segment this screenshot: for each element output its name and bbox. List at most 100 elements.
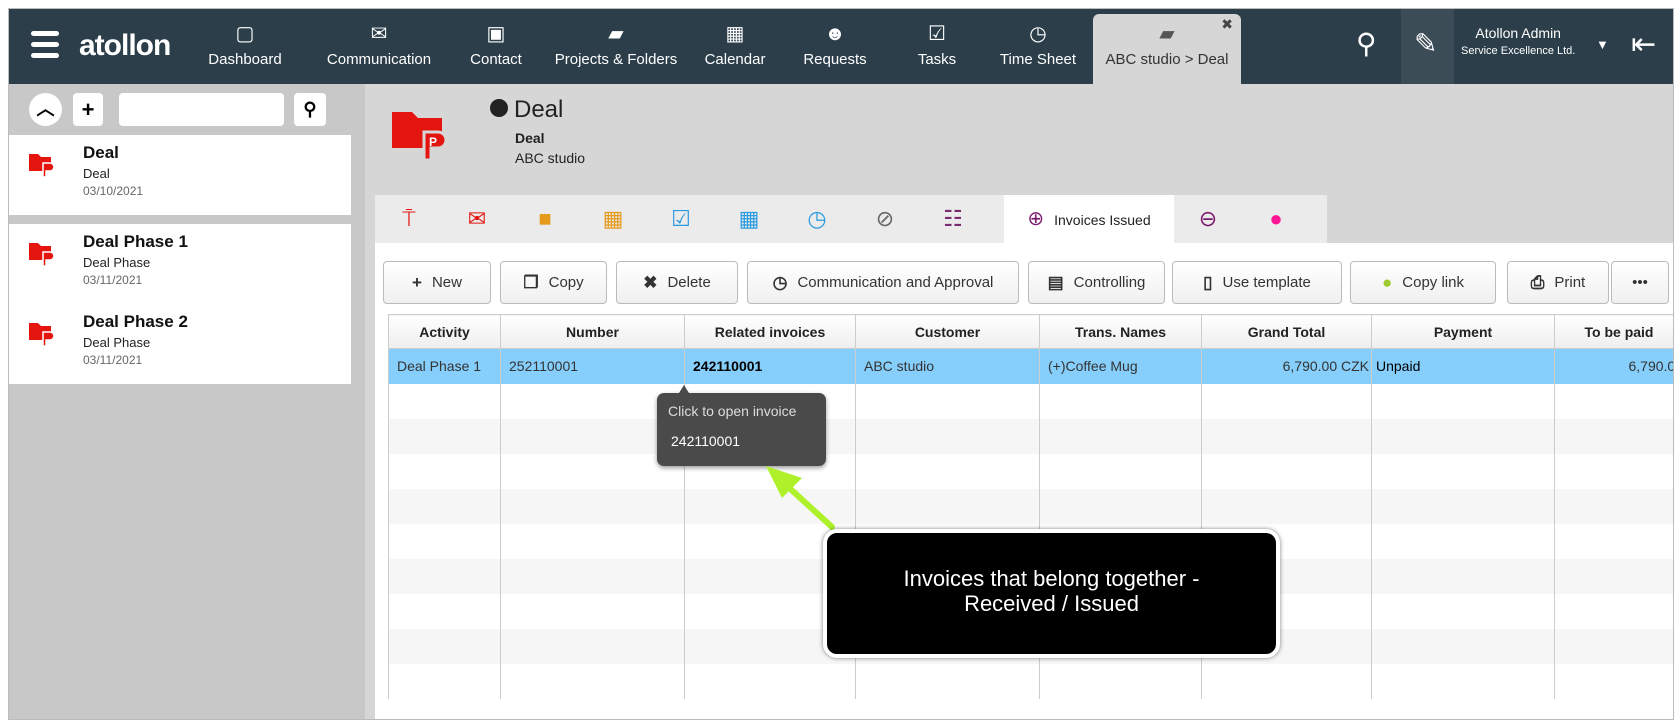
- list-item[interactable]: Deal Phase 1 Deal Phase 03/11/2021: [9, 224, 351, 304]
- column-header[interactable]: Grand Total: [1201, 314, 1372, 349]
- copy-button[interactable]: ❐ Copy: [500, 261, 607, 304]
- tab-communication[interactable]: ✉: [443, 195, 511, 243]
- tab-calendar[interactable]: ▦: [715, 195, 783, 243]
- logout-icon[interactable]: ⇤: [1631, 27, 1656, 62]
- annotation-callout: Invoices that belong together - Received…: [823, 529, 1280, 658]
- table-row: [388, 418, 1673, 454]
- item-title: Deal Phase 1: [83, 232, 188, 251]
- nav-projects[interactable]: ▰ Projects & Folders: [555, 9, 678, 84]
- column-header[interactable]: Related invoices: [684, 314, 856, 349]
- more-button[interactable]: •••: [1611, 261, 1669, 304]
- list-item[interactable]: Deal Deal 03/10/2021: [9, 135, 351, 215]
- page-title[interactable]: Deal: [490, 96, 563, 124]
- record-tabs: ⍑ ✉ ■ ▦ ☑ ▦ ◷ ⊘ ☷ ⊕ Invoices Issued ⊖ ●: [375, 195, 1327, 243]
- envelope-icon: ✉: [370, 23, 388, 45]
- title-text: Deal: [514, 96, 564, 123]
- tab-briefcase[interactable]: ■: [511, 195, 579, 243]
- tab-invoices-issued[interactable]: ⊕ Invoices Issued: [1004, 195, 1174, 243]
- btn-label: Print: [1554, 274, 1586, 291]
- nav-requests[interactable]: ☻ Requests: [803, 9, 866, 84]
- envelope-icon: ✉: [467, 206, 487, 231]
- controlling-button[interactable]: ▤ Controlling: [1028, 261, 1165, 304]
- column-header[interactable]: Number: [500, 314, 685, 349]
- btn-label: •••: [1632, 274, 1648, 291]
- table-header: Activity Number Related invoices Custome…: [388, 314, 1673, 349]
- project-folder-icon: P: [392, 112, 448, 160]
- chevron-down-icon[interactable]: ▼: [1596, 37, 1609, 52]
- folder-search-icon: ▰: [1159, 23, 1175, 45]
- column-header[interactable]: Trans. Names: [1039, 314, 1202, 349]
- nav-calendar[interactable]: ▦ Calendar: [705, 9, 766, 84]
- pin-icon: ⍑: [402, 206, 416, 231]
- pie-chart-icon: ●: [1269, 206, 1283, 231]
- users-icon: ☻: [824, 23, 846, 45]
- nav-tasks[interactable]: ☑ Tasks: [918, 9, 956, 84]
- cell-to-be-paid: 6,790.00: [1554, 348, 1673, 384]
- nav-contact[interactable]: ▣ Contact: [470, 9, 522, 84]
- btn-label: Copy link: [1402, 274, 1464, 291]
- left-panel: ︿ + ⚲ Deal Deal 03/10/2021 Deal Phase 1 …: [9, 84, 365, 719]
- nav-dashboard[interactable]: ▢ Dashboard: [208, 9, 281, 84]
- project-folder-icon: ▰: [608, 23, 624, 45]
- user-company: Service Excellence Ltd.: [1461, 45, 1576, 57]
- cell-trans-names: (+)Coffee Mug: [1039, 348, 1202, 384]
- table-row[interactable]: Deal Phase 1 252110001 242110001 ABC stu…: [388, 348, 1673, 384]
- callout-line: Received / Issued: [964, 591, 1139, 616]
- tab-tasks[interactable]: ☑: [647, 195, 715, 243]
- use-template-button[interactable]: ▯ Use template: [1172, 261, 1342, 304]
- collapse-button[interactable]: ︿: [29, 93, 62, 126]
- user-name: Atollon Admin: [1475, 25, 1561, 41]
- delete-button[interactable]: ✖ Delete: [616, 261, 738, 304]
- folder-icon: [29, 323, 55, 346]
- clock-icon: ◷: [1029, 23, 1047, 45]
- item-date: 03/11/2021: [83, 353, 143, 367]
- nav-label: Calendar: [704, 51, 766, 68]
- address-book-icon: ▣: [486, 23, 506, 45]
- user-menu[interactable]: Atollon Admin Service Excellence Ltd.: [1461, 25, 1575, 57]
- tab-abc-studio-deal[interactable]: ▰ ABC studio > Deal ✖: [1093, 14, 1241, 84]
- search-icon[interactable]: ⚲: [1356, 27, 1377, 60]
- table-row: [388, 663, 1673, 699]
- tooltip-hint: Click to open invoice: [668, 403, 797, 419]
- document-icon: ▯: [1203, 272, 1213, 292]
- logo: atollon: [79, 29, 171, 62]
- communication-approval-button[interactable]: ◷ Communication and Approval: [747, 261, 1019, 304]
- item-title: Deal Phase 2: [83, 312, 188, 331]
- related-invoice-link[interactable]: 242110001: [684, 348, 856, 384]
- calendar-icon: ▦: [725, 23, 745, 45]
- column-header[interactable]: To be paid: [1554, 314, 1673, 349]
- tab-finance[interactable]: ☷: [919, 195, 987, 243]
- tab-attachments[interactable]: ⊘: [851, 195, 919, 243]
- column-header[interactable]: Customer: [855, 314, 1040, 349]
- search-button[interactable]: ⚲: [294, 93, 326, 126]
- tab-charts[interactable]: ●: [1242, 195, 1310, 243]
- menu-icon[interactable]: [31, 31, 59, 59]
- tab-timesheet[interactable]: ◷: [783, 195, 851, 243]
- nav-communication[interactable]: ✉ Communication: [327, 9, 431, 84]
- nav-label: Contact: [470, 51, 522, 68]
- new-button[interactable]: + New: [383, 261, 491, 304]
- add-button[interactable]: +: [73, 93, 103, 126]
- link-icon: ●: [1382, 272, 1393, 292]
- search-input[interactable]: [119, 93, 284, 126]
- print-button[interactable]: ⎙ Print: [1507, 261, 1609, 304]
- copy-link-button[interactable]: ● Copy link: [1350, 261, 1496, 304]
- column-header[interactable]: Activity: [388, 314, 501, 349]
- list-item[interactable]: Deal Phase 2 Deal Phase 03/11/2021: [9, 304, 351, 384]
- nav-label: Requests: [803, 51, 867, 68]
- tab-budget[interactable]: ▦: [579, 195, 647, 243]
- settings-button[interactable]: ✎: [1401, 9, 1454, 84]
- item-title: Deal: [83, 143, 119, 162]
- tab-invoices-received[interactable]: ⊖: [1174, 195, 1242, 243]
- tooltip-value: 242110001: [671, 433, 741, 449]
- tab-activity[interactable]: ⍑: [375, 195, 443, 243]
- column-header[interactable]: Payment: [1371, 314, 1555, 349]
- nav-timesheet[interactable]: ◷ Time Sheet: [1000, 9, 1076, 84]
- nav-label: Projects & Folders: [554, 51, 678, 68]
- close-icon[interactable]: ✖: [1221, 16, 1233, 33]
- clock-icon: ◷: [807, 206, 827, 231]
- table-row: [388, 488, 1673, 524]
- calendar-icon: ▦: [738, 206, 760, 231]
- top-navigation: atollon ▢ Dashboard ✉ Communication ▣ Conta…: [9, 9, 1673, 84]
- chevron-down-icon[interactable]: [490, 98, 508, 117]
